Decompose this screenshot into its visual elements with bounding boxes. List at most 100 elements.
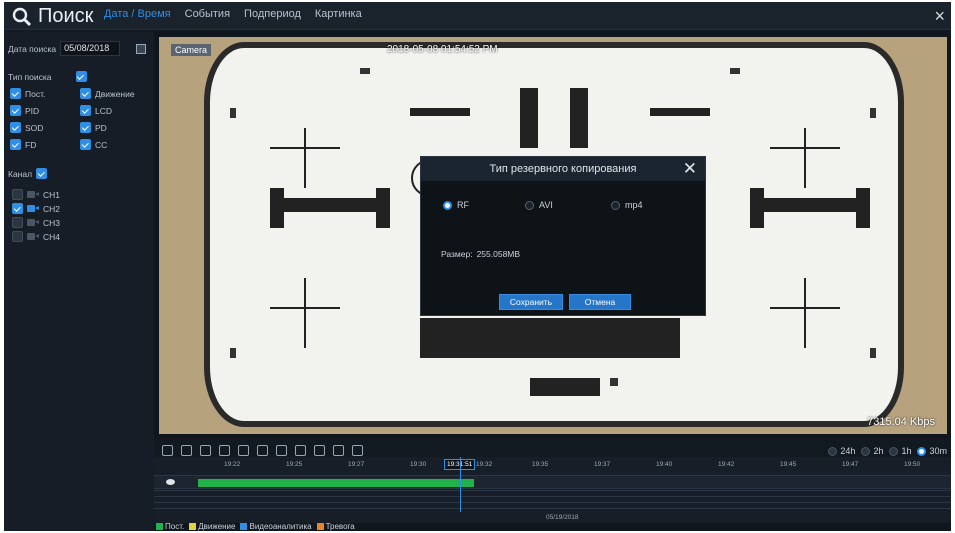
- app-title-text: Поиск: [38, 5, 94, 27]
- radio-icon[interactable]: [889, 446, 899, 456]
- zoom-in-icon[interactable]: [295, 445, 306, 456]
- type-label: PID: [25, 105, 40, 116]
- tick-label: 19:42: [718, 461, 735, 468]
- type-item-pid[interactable]: PID: [10, 105, 39, 116]
- radio-selected-icon[interactable]: [443, 200, 452, 210]
- timeline-date: 05/19/2018: [546, 514, 579, 521]
- type-item-lcd[interactable]: LCD: [80, 105, 112, 116]
- checkbox-icon[interactable]: [80, 122, 91, 133]
- channel-all-checkbox[interactable]: [36, 168, 48, 179]
- search-date-field[interactable]: 05/08/2018: [60, 41, 121, 56]
- radio-icon[interactable]: [611, 200, 620, 210]
- channel-name: CH4: [43, 231, 61, 242]
- dialog-title: Тип резервного копирования: [489, 163, 637, 175]
- close-icon[interactable]: ×: [934, 6, 945, 27]
- timeline[interactable]: 19:22 19:25 19:27 19:30 19:31:51 19:32 1…: [154, 457, 951, 523]
- snapshot-icon[interactable]: [352, 445, 363, 456]
- checkbox-icon[interactable]: [80, 139, 91, 150]
- checkbox-icon[interactable]: [12, 189, 23, 200]
- rewind-icon[interactable]: [181, 445, 192, 456]
- tick-label: 19:30: [410, 461, 427, 468]
- legend: Пост. Движение Видеоаналитика Тревога: [154, 521, 951, 531]
- legend-post: Пост.: [156, 522, 184, 531]
- cut-icon[interactable]: [314, 445, 325, 456]
- calendar-icon[interactable]: [136, 43, 147, 54]
- close-icon[interactable]: ✕: [683, 159, 697, 179]
- scale-2h[interactable]: 2h: [861, 446, 883, 456]
- legend-analytics: Видеоаналитика: [240, 521, 312, 531]
- type-item-post[interactable]: Пост.: [10, 88, 45, 99]
- camera-icon: [27, 205, 39, 212]
- scale-24h[interactable]: 24h: [828, 446, 855, 456]
- step-forward-icon[interactable]: [238, 445, 249, 456]
- camera-icon: [27, 233, 39, 240]
- playhead[interactable]: [460, 457, 461, 512]
- tick-label: 19:25: [286, 461, 303, 468]
- option-rf[interactable]: RF: [443, 200, 469, 210]
- tab-picture[interactable]: Картинка: [315, 8, 362, 20]
- checkbox-icon[interactable]: [10, 122, 21, 133]
- radio-selected-icon[interactable]: [917, 446, 927, 456]
- channel-name: CH2: [43, 203, 61, 214]
- tab-events[interactable]: События: [185, 8, 230, 20]
- legend-label: Видеоаналитика: [249, 521, 312, 531]
- tick-label: 19:35: [532, 461, 549, 468]
- checkbox-icon[interactable]: [10, 105, 21, 116]
- option-label: AVI: [539, 200, 553, 210]
- camera-icon: [27, 219, 39, 226]
- backup-type-dialog: Тип резервного копирования ✕ RF AVI mp4 …: [420, 156, 706, 316]
- checkbox-icon[interactable]: [80, 105, 91, 116]
- save-button[interactable]: Сохранить: [499, 294, 563, 310]
- fit-screen-icon[interactable]: [162, 445, 173, 456]
- cancel-button[interactable]: Отмена: [569, 294, 631, 310]
- legend-swatch: [316, 522, 324, 530]
- stop-icon[interactable]: [257, 445, 268, 456]
- scale-label: 30m: [929, 446, 947, 456]
- checkbox-icon[interactable]: [80, 88, 91, 99]
- camera-icon: [27, 191, 39, 198]
- fast-forward-icon[interactable]: [276, 445, 287, 456]
- type-item-cc[interactable]: CC: [80, 139, 107, 150]
- pause-icon[interactable]: [219, 445, 230, 456]
- checkbox-icon[interactable]: [10, 139, 21, 150]
- tab-bar: Дата / Время События Подпериод Картинка: [104, 8, 362, 20]
- radio-icon[interactable]: [828, 446, 838, 456]
- tick-label: 19:27: [348, 461, 365, 468]
- volume-icon[interactable]: [333, 445, 344, 456]
- channel-name: CH3: [43, 217, 61, 228]
- channel-item-ch2[interactable]: CH2: [12, 203, 60, 214]
- checkbox-icon[interactable]: [12, 217, 23, 228]
- checkbox-icon[interactable]: [12, 231, 23, 242]
- scale-1h[interactable]: 1h: [889, 446, 911, 456]
- type-label: Движение: [95, 88, 135, 99]
- option-avi[interactable]: AVI: [525, 200, 553, 210]
- eye-icon[interactable]: [166, 479, 175, 485]
- type-label: SOD: [25, 122, 44, 133]
- type-label: Пост.: [25, 88, 46, 99]
- radio-icon[interactable]: [525, 200, 534, 210]
- channel-item-ch3[interactable]: CH3: [12, 217, 60, 228]
- type-item-motion[interactable]: Движение: [80, 88, 135, 99]
- size-value: 255.058MB: [476, 249, 521, 259]
- channel-item-ch1[interactable]: CH1: [12, 189, 60, 200]
- type-item-sod[interactable]: SOD: [10, 122, 43, 133]
- tab-subperiod[interactable]: Подпериод: [244, 8, 301, 20]
- checkbox-icon[interactable]: [12, 203, 23, 214]
- checkbox-icon[interactable]: [10, 88, 21, 99]
- type-item-pd[interactable]: PD: [80, 122, 107, 133]
- channel-item-ch4[interactable]: CH4: [12, 231, 60, 242]
- slow-play-icon[interactable]: [200, 445, 211, 456]
- search-type-all-checkbox[interactable]: [75, 71, 87, 82]
- search-date-label: Дата поиска: [8, 43, 57, 54]
- legend-swatch: [156, 522, 163, 530]
- tab-date-time[interactable]: Дата / Время: [104, 8, 171, 20]
- scale-label: 24h: [840, 446, 856, 456]
- radio-icon[interactable]: [861, 446, 871, 456]
- option-mp4[interactable]: mp4: [611, 200, 643, 210]
- scale-30m[interactable]: 30m: [917, 446, 947, 456]
- tick-label: 19:45: [780, 461, 797, 468]
- type-item-fd[interactable]: FD: [10, 139, 36, 150]
- channel-track[interactable]: [154, 475, 951, 489]
- camera-name-label: Camera: [171, 44, 212, 56]
- search-icon: [12, 7, 32, 26]
